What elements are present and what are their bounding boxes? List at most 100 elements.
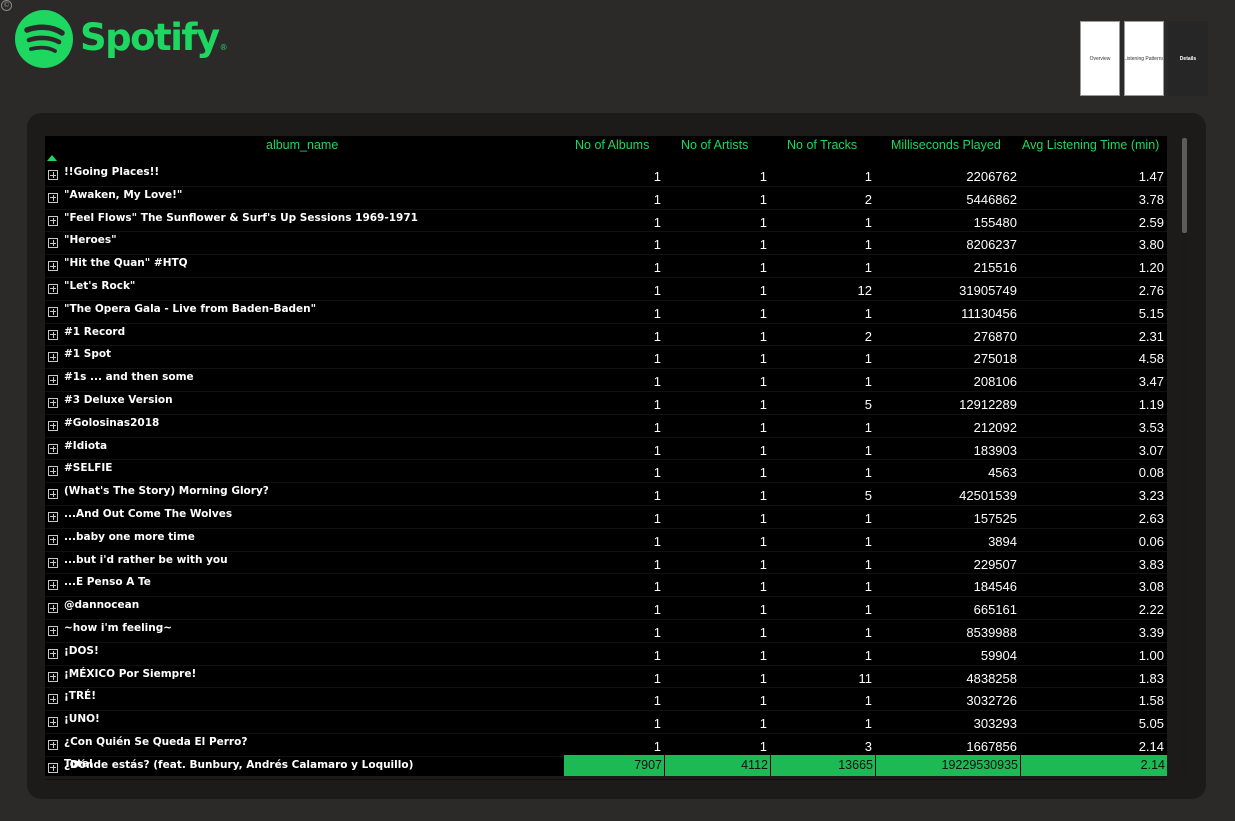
table-row[interactable]: #1s ... and then some 1 1 1 208106 3.47: [45, 369, 1167, 392]
milliseconds-cell: 665161: [973, 602, 1017, 618]
album-name-cell: #1 Spot: [64, 348, 112, 361]
header-no-of-albums[interactable]: No of Albums: [575, 138, 649, 152]
milliseconds-cell: 212092: [973, 419, 1017, 435]
expand-icon[interactable]: [48, 238, 58, 249]
table-row[interactable]: #Idiota 1 1 1 183903 3.07: [45, 438, 1167, 461]
table-row[interactable]: #Golosinas2018 1 1 1 212092 3.53: [45, 415, 1167, 438]
table-row[interactable]: ¡UNO! 1 1 1 303293 5.05: [45, 711, 1167, 734]
header-album-name[interactable]: album_name: [266, 138, 338, 152]
expand-icon[interactable]: [48, 557, 58, 568]
table-row[interactable]: "Awaken, My Love!" 1 1 2 5446862 3.78: [45, 187, 1167, 210]
table-row[interactable]: ~how i'm feeling~ 1 1 1 8539988 3.39: [45, 620, 1167, 643]
tab-listening-patterns[interactable]: Listening Patterns: [1124, 21, 1164, 96]
albums-cell: 1: [653, 465, 661, 481]
expand-icon[interactable]: [48, 375, 58, 386]
expand-icon[interactable]: [48, 443, 58, 454]
tab-overview[interactable]: Overview: [1080, 21, 1120, 96]
header-avg-listening-time[interactable]: Avg Listening Time (min): [1022, 138, 1159, 152]
expand-icon[interactable]: [48, 192, 58, 203]
scroll-thumb[interactable]: [1182, 138, 1187, 233]
expand-icon[interactable]: [48, 739, 58, 750]
table-row[interactable]: "The Opera Gala - Live from Baden-Baden"…: [45, 301, 1167, 324]
album-name-cell: "Feel Flows" The Sunflower & Surf's Up S…: [64, 211, 418, 224]
albums-cell: 1: [653, 396, 661, 412]
expand-icon[interactable]: [48, 397, 58, 408]
header-milliseconds-played[interactable]: Milliseconds Played: [891, 138, 1001, 152]
albums-cell: 1: [653, 442, 661, 458]
tracks-cell: 1: [864, 260, 872, 276]
album-name-cell: #1s ... and then some: [64, 371, 194, 384]
expand-icon[interactable]: [48, 717, 58, 728]
expand-icon[interactable]: [48, 261, 58, 272]
tracks-cell: 1: [864, 374, 872, 390]
table-row[interactable]: "Let's Rock" 1 1 12 31905749 2.76: [45, 278, 1167, 301]
tracks-cell: 12: [857, 282, 872, 298]
expand-icon[interactable]: [48, 329, 58, 340]
milliseconds-cell: 4563: [988, 465, 1017, 481]
table-row[interactable]: ¡MÉXICO Por Siempre! 1 1 11 4838258 1.83: [45, 666, 1167, 689]
table-row[interactable]: #3 Deluxe Version 1 1 5 12912289 1.19: [45, 392, 1167, 415]
table-row[interactable]: @dannocean 1 1 1 665161 2.22: [45, 597, 1167, 620]
expand-icon[interactable]: [48, 648, 58, 659]
table-row[interactable]: !!Going Places!! 1 1 1 2206762 1.47: [45, 164, 1167, 187]
scroll-track[interactable]: [1182, 138, 1187, 774]
table-row[interactable]: ...baby one more time 1 1 1 3894 0.06: [45, 529, 1167, 552]
expand-icon[interactable]: [48, 603, 58, 614]
artists-cell: 1: [759, 693, 767, 709]
total-row: Total 7907 4112 13665 19229530935 2.14: [45, 755, 1167, 776]
artists-cell: 1: [759, 579, 767, 595]
sort-ascending-icon[interactable]: [47, 155, 57, 161]
avg-time-cell: 1.00: [1138, 647, 1164, 663]
artists-cell: 1: [759, 351, 767, 367]
expand-icon[interactable]: [48, 170, 58, 180]
expand-icon[interactable]: [48, 466, 58, 477]
table-row[interactable]: #1 Record 1 1 2 276870 2.31: [45, 324, 1167, 347]
milliseconds-cell: 2206762: [966, 169, 1017, 184]
brand-name: Spotify: [80, 15, 220, 59]
table-row[interactable]: #1 Spot 1 1 1 275018 4.58: [45, 346, 1167, 370]
table-row[interactable]: "Hit the Quan" #HTQ 1 1 1 215516 1.20: [45, 255, 1167, 278]
header-no-of-artists[interactable]: No of Artists: [681, 138, 748, 152]
info-icon[interactable]: ©: [1, 0, 12, 11]
vertical-scrollbar[interactable]: [1182, 138, 1187, 774]
avg-time-cell: 3.80: [1138, 237, 1164, 253]
table-row[interactable]: "Heroes" 1 1 1 8206237 3.80: [45, 232, 1167, 256]
expand-icon[interactable]: [48, 625, 58, 636]
milliseconds-cell: 184546: [973, 579, 1017, 595]
expand-icon[interactable]: [48, 306, 58, 317]
tab-details[interactable]: Details: [1168, 21, 1208, 96]
expand-icon[interactable]: [48, 694, 58, 705]
tracks-cell: 1: [864, 693, 872, 709]
expand-icon[interactable]: [48, 352, 58, 363]
artists-cell: 1: [759, 214, 767, 230]
expand-icon[interactable]: [48, 215, 58, 226]
avg-time-cell: 3.08: [1138, 579, 1164, 595]
expand-icon[interactable]: [48, 580, 58, 591]
avg-time-cell: 1.58: [1138, 693, 1164, 709]
expand-icon[interactable]: [48, 671, 58, 682]
avg-time-cell: 2.63: [1138, 510, 1164, 526]
table-row[interactable]: "Feel Flows" The Sunflower & Surf's Up S…: [45, 210, 1167, 233]
expand-icon[interactable]: [48, 283, 58, 294]
table-row[interactable]: ...E Penso A Te 1 1 1 184546 3.08: [45, 574, 1167, 598]
tracks-cell: 1: [864, 533, 872, 549]
expand-icon[interactable]: [48, 511, 58, 522]
expand-icon[interactable]: [48, 534, 58, 545]
table-body: !!Going Places!! 1 1 1 2206762 1.47 "Awaken, M…: [45, 164, 1167, 780]
album-name-cell: ...E Penso A Te: [64, 576, 151, 589]
table-row[interactable]: ...but i'd rather be with you 1 1 1 229507 3.…: [45, 552, 1167, 575]
table-row[interactable]: #SELFIE 1 1 1 4563 0.08: [45, 460, 1167, 484]
table-row[interactable]: (What's The Story) Morning Glory? 1 1 5 4250…: [45, 483, 1167, 506]
table-row[interactable]: ¿Con Quién Se Queda El Perro? 1 1 3 1667856 2…: [45, 734, 1167, 757]
header-no-of-tracks[interactable]: No of Tracks: [787, 138, 857, 152]
artists-cell: 1: [759, 533, 767, 549]
albums-cell: 1: [653, 260, 661, 276]
milliseconds-cell: 31905749: [959, 282, 1017, 298]
expand-icon[interactable]: [48, 489, 58, 500]
table-row[interactable]: ...And Out Come The Wolves 1 1 1 157525 2.63: [45, 506, 1167, 529]
expand-icon[interactable]: [48, 420, 58, 431]
table-row[interactable]: ¡DOS! 1 1 1 59904 1.00: [45, 643, 1167, 666]
artists-cell: 1: [759, 465, 767, 481]
table-row[interactable]: ¡TRÉ! 1 1 1 3032726 1.58: [45, 688, 1167, 712]
avg-time-cell: 1.19: [1138, 396, 1164, 412]
